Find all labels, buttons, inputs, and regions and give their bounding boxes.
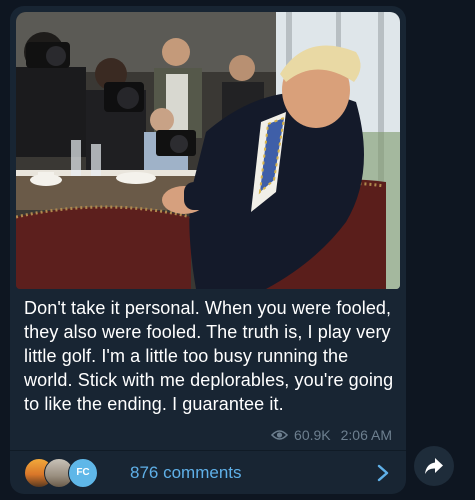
post-time: 2:06 AM xyxy=(340,427,392,443)
view-count: 60.9K xyxy=(294,427,331,443)
post-text: Don't take it personal. When you were fo… xyxy=(24,298,394,414)
post-meta: 60.9K 2:06 AM xyxy=(271,425,392,445)
comments-button[interactable]: FC 876 comments xyxy=(10,451,406,494)
share-arrow-icon xyxy=(425,458,443,474)
comments-count-label: 876 comments xyxy=(130,462,242,482)
message-bubble: Don't take it personal. When you were fo… xyxy=(10,6,406,494)
post-photo[interactable] xyxy=(16,12,400,289)
eye-icon xyxy=(271,430,289,440)
photo-illustration xyxy=(16,12,400,289)
avatar: FC xyxy=(68,457,98,488)
share-button[interactable] xyxy=(414,446,454,486)
commenter-avatars: FC xyxy=(24,457,104,488)
chevron-right-icon xyxy=(377,464,389,482)
